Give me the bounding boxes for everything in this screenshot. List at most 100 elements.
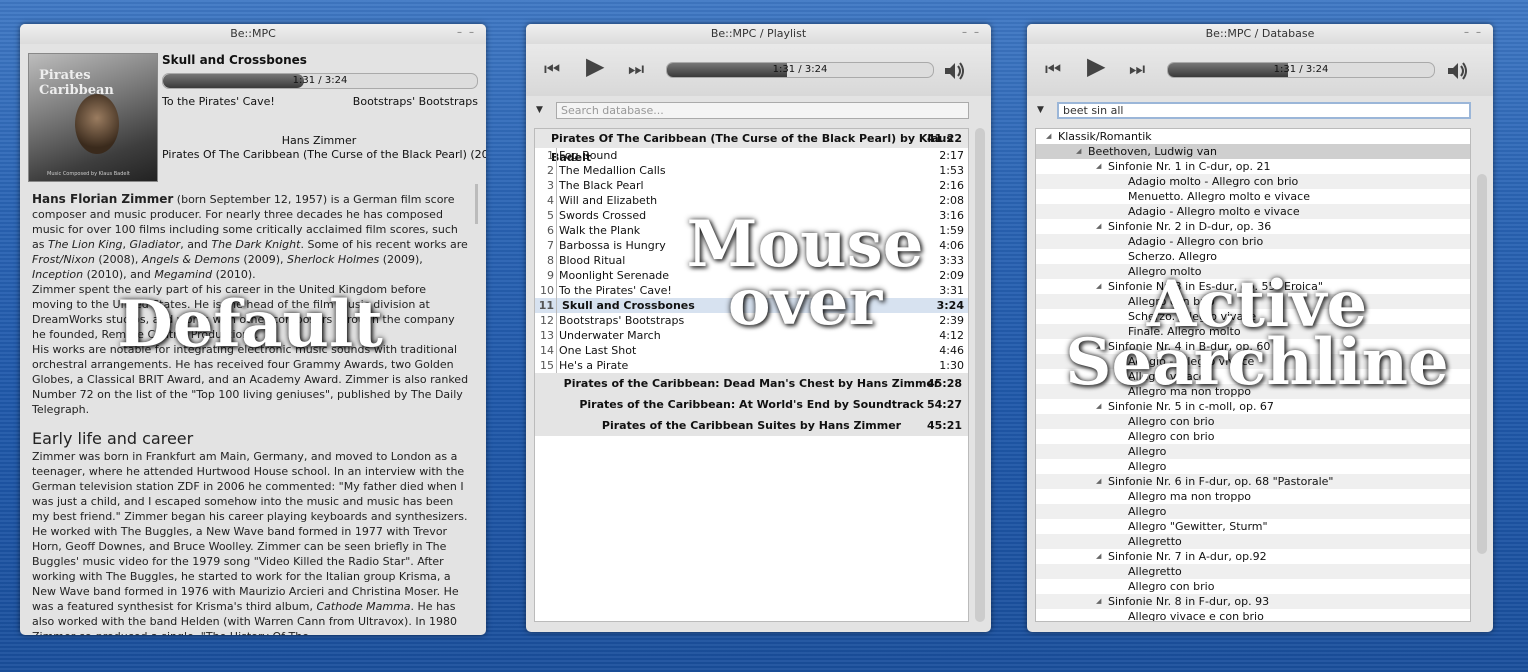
database-window-titlebar[interactable]: Be::MPC / Database – – — [1027, 24, 1493, 44]
track-length: 2:16 — [939, 179, 964, 192]
search-input[interactable] — [1057, 102, 1471, 119]
tree-row[interactable]: Allegro con brio — [1036, 414, 1470, 429]
album-length: 41:22 — [926, 132, 962, 145]
previous-icon[interactable]: ⏮ — [1045, 61, 1061, 79]
tree-label: Allegro "Gewitter, Sturm" — [1128, 520, 1268, 533]
tree-row[interactable]: ◢ Sinfonie Nr. 1 in C-dur, op. 21 — [1036, 159, 1470, 174]
track-row[interactable]: 4 Will and Elizabeth 2:08 — [535, 193, 968, 208]
maximize-button[interactable]: – — [1476, 28, 1481, 38]
album-title: Pirates of the Caribbean: Dead Man's Che… — [563, 377, 940, 390]
song-title: Skull and Crossbones — [162, 53, 307, 67]
track-title: Walk the Plank — [559, 224, 641, 237]
track-number: 2 — [535, 163, 557, 178]
search-dropdown-icon[interactable]: ▼ — [1037, 105, 1044, 115]
track-row[interactable]: 1 Fog Bound 2:17 — [535, 148, 968, 163]
track-title: Moonlight Serenade — [559, 269, 670, 282]
next-icon[interactable]: ⏭ — [1129, 61, 1145, 79]
track-number: 13 — [535, 328, 557, 343]
maximize-button[interactable]: – — [974, 28, 979, 38]
track-number: 10 — [535, 283, 557, 298]
tree-label: Allegretto — [1128, 535, 1182, 548]
tree-row[interactable]: Allegretto — [1036, 564, 1470, 579]
track-length: 1:30 — [939, 359, 964, 372]
tree-row[interactable]: Allegro — [1036, 459, 1470, 474]
minimize-button[interactable]: – — [457, 28, 462, 38]
progress-bar[interactable]: 1:31 / 3:24 — [1167, 62, 1435, 78]
progress-bar[interactable]: 1:31 / 3:24 — [162, 73, 478, 89]
playlist-scrollbar[interactable] — [975, 128, 985, 622]
track-row[interactable]: 3 The Black Pearl 2:16 — [535, 178, 968, 193]
track-row[interactable]: 2 The Medallion Calls 1:53 — [535, 163, 968, 178]
info-window-titlebar[interactable]: Be::MPC – – — [20, 24, 486, 44]
album-row[interactable]: Pirates of the Caribbean Suites by Hans … — [535, 415, 968, 436]
album-row[interactable]: Pirates of the Caribbean: At World's End… — [535, 394, 968, 415]
tree-expander-icon[interactable]: ◢ — [1046, 129, 1051, 144]
playlist: Pirates Of The Caribbean (The Curse of t… — [534, 128, 969, 622]
tree-expander-icon[interactable]: ◢ — [1096, 399, 1101, 414]
composer-label: Hans Zimmer — [281, 134, 357, 147]
tree-label: Sinfonie Nr. 7 in A-dur, op.92 — [1108, 550, 1267, 563]
volume-icon[interactable] — [1445, 59, 1469, 83]
tree-expander-icon[interactable]: ◢ — [1096, 159, 1101, 174]
tree-expander-icon[interactable]: ◢ — [1096, 474, 1101, 489]
tree-row[interactable]: ◢ Klassik/Romantik — [1036, 129, 1470, 144]
playlist-window-titlebar[interactable]: Be::MPC / Playlist – – — [526, 24, 991, 44]
tree-expander-icon[interactable]: ◢ — [1096, 594, 1101, 609]
tree-row[interactable]: Scherzo. Allegro — [1036, 249, 1470, 264]
album-header[interactable]: Pirates Of The Caribbean (The Curse of t… — [535, 129, 968, 164]
tree-label: Allegro con brio — [1128, 415, 1215, 428]
track-row[interactable]: 15 He's a Pirate 1:30 — [535, 358, 968, 373]
progress-time: 1:31 / 3:24 — [292, 75, 348, 86]
bio-heading: Early life and career — [32, 429, 194, 448]
album-row[interactable]: Pirates of the Caribbean: Dead Man's Che… — [535, 373, 968, 394]
tree-row[interactable]: Allegro con brio — [1036, 429, 1470, 444]
tree-row[interactable]: ◢ Sinfonie Nr. 6 in F-dur, op. 68 "Pastor… — [1036, 474, 1470, 489]
search-dropdown-icon[interactable]: ▼ — [536, 105, 543, 115]
tree-row[interactable]: ◢ Beethoven, Ludwig van — [1036, 144, 1470, 159]
play-icon[interactable]: ▶ — [586, 54, 604, 78]
tree-row[interactable]: Adagio - Allegro molto e vivace — [1036, 204, 1470, 219]
window-title: Be::MPC — [230, 27, 276, 40]
play-icon[interactable]: ▶ — [1087, 54, 1105, 78]
tree-row[interactable]: ◢ Sinfonie Nr. 5 in c-moll, op. 67 — [1036, 399, 1470, 414]
tree-row[interactable]: Adagio - Allegro con brio — [1036, 234, 1470, 249]
tree-row[interactable]: ◢ Sinfonie Nr. 7 in A-dur, op.92 — [1036, 549, 1470, 564]
tree-row[interactable]: Allegretto — [1036, 534, 1470, 549]
album-label: Pirates Of The Caribbean (The Curse of t… — [162, 148, 486, 161]
previous-icon[interactable]: ⏮ — [544, 61, 560, 79]
tree-row[interactable]: Menuetto. Allegro molto e vivace — [1036, 189, 1470, 204]
track-title: To the Pirates' Cave! — [559, 284, 672, 297]
tree-row[interactable]: Allegro — [1036, 504, 1470, 519]
track-title: He's a Pirate — [559, 359, 629, 372]
maximize-button[interactable]: – — [469, 28, 474, 38]
minimize-button[interactable]: – — [1464, 28, 1469, 38]
volume-icon[interactable] — [942, 59, 966, 83]
tree-row[interactable]: Allegro con brio — [1036, 579, 1470, 594]
tree-row[interactable]: Allegro "Gewitter, Sturm" — [1036, 519, 1470, 534]
tree-row[interactable]: Allegro vivace e con brio — [1036, 609, 1470, 621]
tree-label: Scherzo. Allegro — [1128, 250, 1217, 263]
tree-label: Sinfonie Nr. 8 in F-dur, op. 93 — [1108, 595, 1270, 608]
tree-label: Allegro — [1128, 505, 1167, 518]
track-title: The Medallion Calls — [559, 164, 666, 177]
tree-expander-icon[interactable]: ◢ — [1096, 219, 1101, 234]
tree-row[interactable]: Adagio molto - Allegro con brio — [1036, 174, 1470, 189]
tree-row[interactable]: ◢ Sinfonie Nr. 2 in D-dur, op. 36 — [1036, 219, 1470, 234]
bio-scrollbar[interactable] — [475, 184, 478, 224]
track-number: 8 — [535, 253, 557, 268]
tree-scrollbar[interactable] — [1477, 174, 1487, 554]
tree-label: Allegro — [1128, 460, 1167, 473]
tree-row[interactable]: Allegro — [1036, 444, 1470, 459]
tree-row[interactable]: ◢ Sinfonie Nr. 8 in F-dur, op. 93 — [1036, 594, 1470, 609]
progress-bar[interactable]: 1:31 / 3:24 — [666, 62, 934, 78]
tree-expander-icon[interactable]: ◢ — [1096, 549, 1101, 564]
search-input[interactable] — [556, 102, 969, 119]
album-title: Pirates of the Caribbean: At World's End… — [579, 398, 924, 411]
next-icon[interactable]: ⏭ — [628, 61, 644, 79]
tree-expander-icon[interactable]: ◢ — [1076, 144, 1081, 159]
album-length: 45:21 — [926, 419, 962, 432]
track-row[interactable]: 14 One Last Shot 4:46 — [535, 343, 968, 358]
tree-row[interactable]: Allegro ma non troppo — [1036, 489, 1470, 504]
album-length: 54:27 — [926, 398, 962, 411]
minimize-button[interactable]: – — [962, 28, 967, 38]
